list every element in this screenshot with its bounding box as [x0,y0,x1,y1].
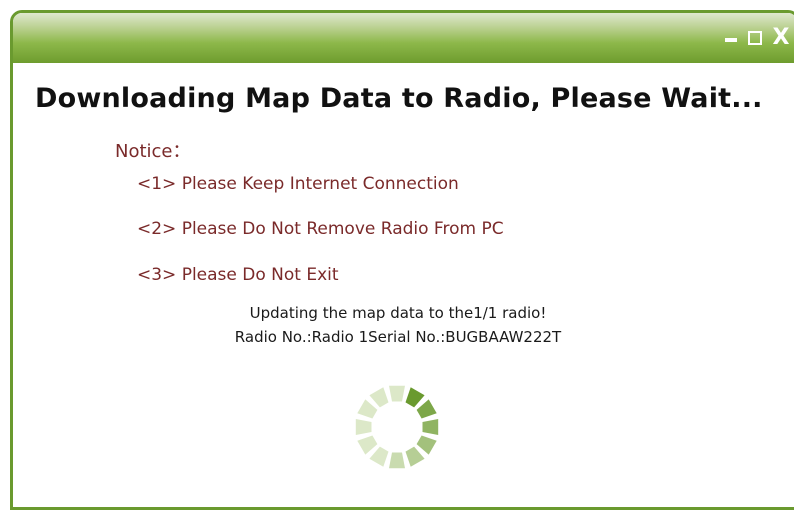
spinner-segment [357,399,378,419]
loading-spinner-icon [355,385,439,469]
spinner-segment [389,452,405,469]
notice-item: <2> Please Do Not Remove Radio From PC [137,219,504,239]
spinner-segment [369,387,389,408]
close-icon: X [772,25,790,50]
maximize-button[interactable] [745,26,765,50]
status-message: Updating the map data to the1/1 radio! [249,304,547,322]
download-dialog-window: X Downloading Map Data to Radio, Please … [10,10,794,510]
maximize-icon [748,31,762,45]
spinner-segment [355,419,372,435]
window-titlebar[interactable]: X [13,13,794,63]
notice-item: <1> Please Keep Internet Connection [137,174,459,194]
minimize-icon [725,38,737,42]
minimize-button[interactable] [723,26,739,50]
window-controls: X [723,25,791,51]
notice-item: <3> Please Do Not Exit [137,265,339,285]
spinner-segment [416,399,437,419]
spinner-segment [422,419,439,435]
close-button[interactable]: X [771,26,791,50]
page-title: Downloading Map Data to Radio, Please Wa… [35,83,763,114]
spinner-segment [405,387,425,408]
spinner-segment [416,435,437,455]
notice-title: Notice： [115,141,191,162]
spinner-segment [389,385,405,402]
radio-serial-info: Radio No.:Radio 1Serial No.:BUGBAAW222T [234,328,562,346]
spinner-segment [369,446,389,467]
spinner-segment [405,446,425,467]
spinner-segment [357,435,378,455]
